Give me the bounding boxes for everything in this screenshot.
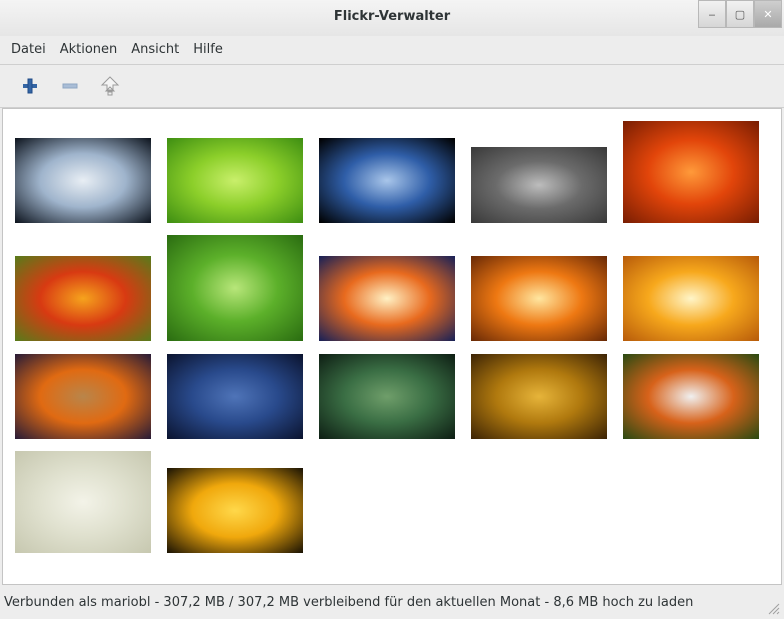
minimize-button[interactable]: ‒ bbox=[698, 0, 726, 28]
upload-button[interactable] bbox=[90, 68, 130, 104]
photo-thumbnail[interactable] bbox=[471, 354, 607, 439]
photo-thumbnail[interactable] bbox=[623, 256, 759, 341]
photo-thumbnail[interactable] bbox=[319, 354, 455, 439]
photo-thumbnail[interactable] bbox=[319, 256, 455, 341]
menu-datei[interactable]: Datei bbox=[4, 37, 53, 63]
photo-thumbnail[interactable] bbox=[167, 354, 303, 439]
remove-photo-button[interactable] bbox=[50, 68, 90, 104]
menu-ansicht[interactable]: Ansicht bbox=[124, 37, 186, 63]
title-bar[interactable]: Flickr-Verwalter ‒ ▢ ✕ bbox=[0, 0, 784, 36]
resize-grip-icon[interactable] bbox=[766, 601, 780, 615]
toolbar bbox=[0, 64, 784, 108]
photo-grid bbox=[15, 121, 775, 553]
photo-thumbnail[interactable] bbox=[471, 256, 607, 341]
upload-icon bbox=[100, 76, 120, 96]
window-title: Flickr-Verwalter bbox=[333, 9, 451, 24]
close-button[interactable]: ✕ bbox=[754, 0, 782, 28]
photo-thumbnail[interactable] bbox=[471, 147, 607, 223]
photo-thumbnail[interactable] bbox=[15, 451, 151, 553]
menu-aktionen[interactable]: Aktionen bbox=[53, 37, 125, 63]
close-icon: ✕ bbox=[763, 7, 773, 21]
photo-thumbnail[interactable] bbox=[319, 138, 455, 223]
photo-thumbnail[interactable] bbox=[623, 354, 759, 439]
add-icon bbox=[23, 78, 37, 94]
add-photo-button[interactable] bbox=[10, 68, 50, 104]
menu-bar: Datei Aktionen Ansicht Hilfe bbox=[0, 36, 784, 64]
photo-thumbnail[interactable] bbox=[623, 121, 759, 223]
photo-thumbnail[interactable] bbox=[167, 235, 303, 341]
photo-thumbnail[interactable] bbox=[167, 468, 303, 553]
remove-icon bbox=[62, 83, 78, 89]
photo-area[interactable] bbox=[2, 108, 782, 585]
photo-thumbnail[interactable] bbox=[15, 256, 151, 341]
maximize-button[interactable]: ▢ bbox=[726, 0, 754, 28]
maximize-icon: ▢ bbox=[734, 7, 746, 21]
photo-thumbnail[interactable] bbox=[15, 354, 151, 439]
app-window: Flickr-Verwalter ‒ ▢ ✕ Datei Aktionen An… bbox=[0, 0, 784, 619]
photo-thumbnail[interactable] bbox=[167, 138, 303, 223]
status-text: Verbunden als mariobl - 307,2 MB / 307,2… bbox=[4, 595, 694, 610]
menu-hilfe[interactable]: Hilfe bbox=[186, 37, 230, 63]
window-controls: ‒ ▢ ✕ bbox=[698, 0, 784, 28]
minimize-icon: ‒ bbox=[708, 7, 716, 21]
photo-thumbnail[interactable] bbox=[15, 138, 151, 223]
status-bar: Verbunden als mariobl - 307,2 MB / 307,2… bbox=[0, 586, 784, 619]
